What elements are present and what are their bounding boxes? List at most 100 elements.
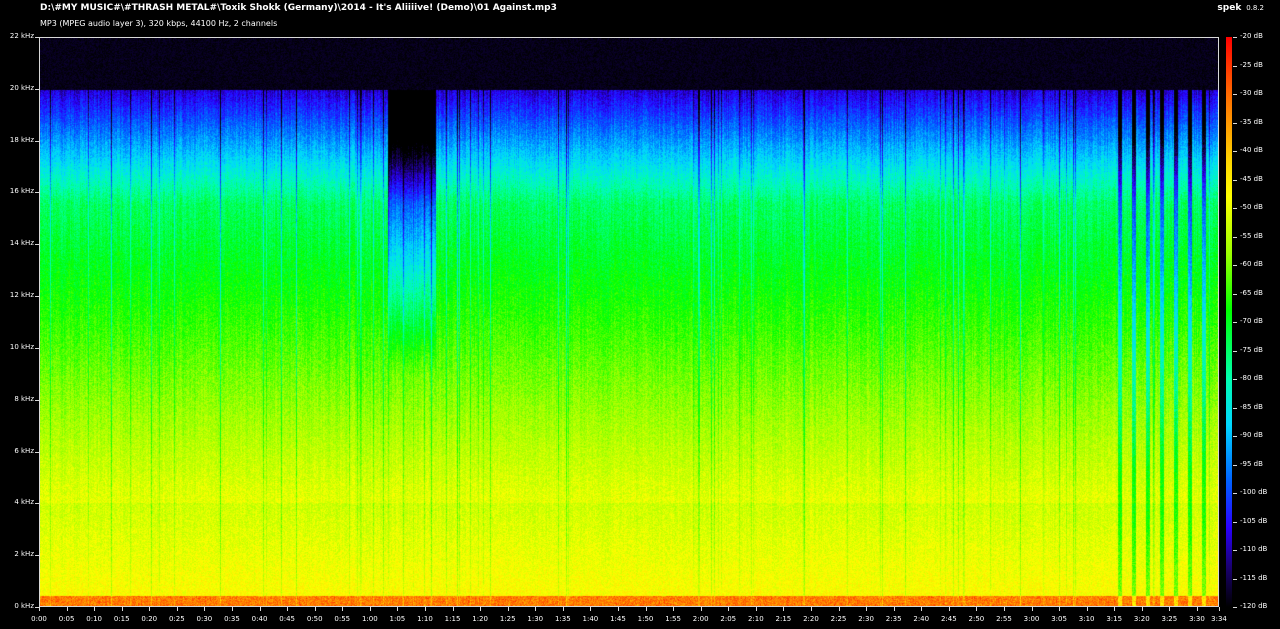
time-tick-label: 3:34: [1211, 615, 1227, 623]
db-tick-label: -90 dB: [1240, 431, 1263, 439]
db-tick-label: -50 dB: [1240, 203, 1263, 211]
db-tick-label: -80 dB: [1240, 374, 1263, 382]
time-tick: [342, 607, 344, 611]
frequency-tick: [35, 88, 39, 90]
time-tick-label: 1:25: [499, 615, 516, 623]
db-tick: [1233, 179, 1237, 181]
frequency-tick-label: 14 kHz: [9, 239, 34, 248]
time-tick: [1059, 607, 1061, 611]
db-tick: [1233, 578, 1237, 580]
time-tick: [1031, 607, 1033, 611]
db-tick: [1233, 379, 1237, 380]
time-tick: [1196, 607, 1198, 611]
time-tick-label: 0:40: [251, 615, 268, 623]
time-tick-label: 3:20: [1133, 615, 1150, 623]
frequency-tick-label: 12 kHz: [9, 291, 34, 300]
time-tick: [1086, 607, 1088, 611]
db-tick-label: -35 dB: [1240, 117, 1263, 126]
db-color-scale: [1226, 37, 1232, 607]
time-tick: [866, 607, 868, 611]
db-tick-label: -55 dB: [1240, 231, 1263, 240]
frequency-tick: [35, 399, 39, 401]
time-tick-label: 1:00: [361, 615, 378, 623]
db-tick: [1233, 521, 1237, 523]
time-tick-label: 1:45: [610, 615, 626, 623]
time-tick: [259, 607, 261, 611]
frequency-tick-label: 10 kHz: [9, 342, 34, 351]
file-path-title: D:\#MY MUSIC#\#THRASH METAL#\Toxik Shokk…: [40, 3, 557, 13]
db-tick-label: -85 dB: [1240, 402, 1263, 411]
time-tick: [121, 607, 123, 611]
time-tick: [810, 607, 812, 611]
time-tick: [1169, 607, 1171, 611]
time-tick-label: 0:45: [279, 615, 295, 623]
db-tick-label: -65 dB: [1240, 288, 1263, 297]
time-tick-label: 3:10: [1078, 615, 1095, 623]
frequency-tick-label: 16 kHz: [9, 187, 34, 196]
db-tick-label: -100 dB: [1240, 488, 1268, 496]
db-tick: [1233, 350, 1237, 352]
time-tick: [1141, 607, 1143, 611]
frequency-tick: [35, 555, 39, 557]
frequency-tick: [35, 244, 39, 246]
db-tick: [1233, 322, 1237, 323]
time-tick-label: 3:00: [1023, 615, 1040, 623]
frequency-tick: [35, 296, 39, 298]
frequency-tick-label: 0 kHz: [14, 602, 34, 610]
db-tick-label: -70 dB: [1240, 317, 1263, 325]
time-tick: [452, 607, 454, 611]
time-tick-label: 1:10: [417, 615, 433, 623]
spectrogram-canvas[interactable]: [40, 38, 1218, 606]
time-tick-label: 3:25: [1161, 615, 1178, 623]
time-tick-label: 2:30: [858, 615, 874, 623]
time-tick-label: 0:50: [306, 615, 323, 623]
db-tick-label: -45 dB: [1240, 174, 1263, 183]
spek-window: D:\#MY MUSIC#\#THRASH METAL#\Toxik Shokk…: [0, 0, 1280, 629]
time-tick-label: 2:40: [913, 615, 930, 623]
db-tick: [1233, 94, 1237, 95]
time-tick: [66, 607, 68, 611]
db-tick-label: -75 dB: [1240, 345, 1263, 354]
db-tick: [1233, 464, 1237, 466]
db-tick: [1233, 151, 1237, 152]
app-brand: spek 0.8.2: [1217, 3, 1264, 13]
time-tick-label: 1:15: [444, 615, 461, 623]
time-tick-label: 2:45: [940, 615, 957, 623]
time-tick-label: 2:25: [830, 615, 847, 623]
app-version: 0.8.2: [1246, 4, 1264, 12]
db-tick: [1233, 65, 1237, 67]
db-tick-label: -95 dB: [1240, 459, 1263, 468]
frequency-tick-label: 2 kHz: [14, 550, 34, 559]
db-tick: [1233, 493, 1237, 494]
db-tick-label: -25 dB: [1240, 60, 1263, 69]
frequency-tick-label: 4 kHz: [14, 498, 34, 507]
time-tick-label: 3:30: [1189, 615, 1205, 623]
time-tick-label: 3:05: [1051, 615, 1067, 623]
time-tick: [535, 607, 537, 611]
time-tick-label: 1:55: [665, 615, 681, 623]
frequency-tick: [35, 192, 39, 194]
time-tick-label: 0:30: [196, 615, 213, 623]
time-tick: [700, 607, 702, 611]
time-tick: [94, 607, 96, 611]
time-tick: [755, 607, 757, 611]
db-tick: [1233, 236, 1237, 238]
time-tick-label: 2:50: [968, 615, 985, 623]
time-tick: [893, 607, 895, 611]
spectrogram-plot[interactable]: [39, 37, 1219, 607]
db-tick-label: -105 dB: [1240, 516, 1268, 525]
time-tick-label: 1:40: [582, 615, 599, 623]
time-tick: [176, 607, 178, 611]
time-tick-label: 2:05: [720, 615, 737, 623]
db-tick-label: -60 dB: [1240, 260, 1263, 268]
time-tick-label: 2:15: [775, 615, 792, 623]
db-tick-label: -20 dB: [1240, 32, 1263, 40]
frequency-tick: [35, 140, 39, 142]
frequency-tick: [35, 37, 39, 38]
time-tick: [673, 607, 675, 611]
db-tick-label: -115 dB: [1240, 573, 1268, 582]
time-tick-label: 0:55: [334, 615, 351, 623]
time-tick: [921, 607, 923, 611]
db-tick: [1233, 607, 1237, 608]
time-tick: [231, 607, 233, 611]
